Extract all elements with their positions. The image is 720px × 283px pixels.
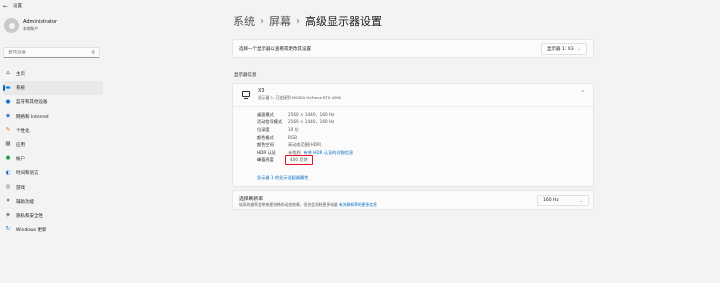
gaming-icon: ◎: [5, 183, 11, 190]
sidebar-item-label: 网络和 Internet: [16, 114, 49, 120]
apps-icon: ▦: [5, 141, 11, 148]
sidebar-item-label: 游戏: [16, 185, 25, 191]
bluetooth-icon: ●: [5, 98, 11, 105]
sidebar-item-label: 个性化: [16, 128, 30, 134]
display-name: X3: [258, 89, 265, 94]
sidebar-item-home[interactable]: ⌂ 主页: [3, 67, 103, 81]
profile-subtitle: 本地帐户: [23, 26, 39, 31]
search-icon[interactable]: ⚲: [91, 50, 95, 56]
sidebar: Administrator 本地帐户 ⚲ ⌂ 主页 ▬ 系统 ● 蓝牙和其他设备 ◆ 网络和 …: [0, 12, 108, 283]
sidebar-item-label: 主页: [16, 72, 25, 78]
prop-bit-depth: 位深度 10 位: [257, 126, 299, 132]
monitor-icon: [242, 91, 250, 99]
adapter-properties-link[interactable]: 显示器 1 的显示适配器属性: [257, 175, 308, 181]
system-icon: ▬: [5, 84, 11, 91]
sidebar-item-bluetooth[interactable]: ● 蓝牙和其他设备: [3, 95, 103, 109]
divider: [233, 106, 593, 107]
sidebar-item-network[interactable]: ◆ 网络和 Internet: [3, 110, 103, 124]
peak-brightness-highlight: 400 尼特: [285, 155, 313, 166]
sidebar-item-system[interactable]: ▬ 系统: [3, 81, 103, 96]
display-info-card: X3 显示器 1: 已连接到 NVIDIA GeForce RTX 4060 ⌃…: [232, 83, 594, 187]
window-title: 设置: [13, 4, 23, 9]
prop-peak-brightness: 峰值亮度 400 尼特: [257, 155, 353, 166]
breadcrumb-separator: ›: [296, 15, 300, 27]
window-titlebar: ← 设置: [0, 0, 720, 12]
sidebar-item-label: 时间和语言: [16, 171, 39, 177]
display-select-value: 显示器 1: X3: [546, 46, 574, 52]
display-connection: 显示器 1: 已连接到 NVIDIA GeForce RTX 4060: [258, 95, 342, 100]
accounts-icon: ●: [5, 155, 11, 162]
sidebar-item-label: 帐户: [16, 157, 25, 163]
sidebar-item-windows-update[interactable]: ↻ Windows 更新: [3, 223, 103, 237]
privacy-icon: ◈: [5, 212, 11, 219]
prop-color-space: 颜色空间 高动态范围(HDR): [257, 142, 322, 148]
prop-desktop-mode: 桌面模式 2560 × 1440，160 Hz: [257, 111, 335, 117]
display-properties: 桌面模式 2560 × 1440，160 Hz 活动信号模式 2560 × 14…: [257, 111, 353, 166]
refresh-rate-value: 160 Hz: [543, 198, 559, 203]
avatar: [4, 18, 19, 33]
chevron-down-icon: ⌄: [579, 198, 583, 203]
sidebar-item-label: 系统: [16, 86, 25, 92]
sidebar-item-label: 辅助功能: [16, 199, 34, 205]
display-info-header[interactable]: X3 显示器 1: 已连接到 NVIDIA GeForce RTX 4060 ⌃: [233, 84, 593, 104]
profile-name: Administrator: [23, 19, 58, 25]
page-title: 高级显示器设置: [305, 15, 382, 28]
sidebar-item-apps[interactable]: ▦ 应用: [3, 138, 103, 152]
select-display-row: 选择一个显示器以查看或更改其设置 显示器 1: X3 ⌄: [232, 39, 594, 58]
search-box[interactable]: ⚲: [3, 47, 100, 58]
sidebar-nav: ⌂ 主页 ▬ 系统 ● 蓝牙和其他设备 ◆ 网络和 Internet ✎ 个性化 ▦ 应用 ● 帐户 ◐ 时间…: [3, 67, 103, 237]
chevron-down-icon: ⌄: [577, 46, 581, 51]
select-display-label: 选择一个显示器以查看或更改其设置: [239, 46, 311, 52]
chevron-up-icon[interactable]: ⌃: [581, 90, 585, 96]
refresh-rate-title: 选择刷新率: [239, 197, 263, 202]
windows-update-icon: ↻: [5, 226, 11, 233]
refresh-rate-card: 选择刷新率 较高的速率会带来更流畅的动态效果，但也会消耗更多电量 有关刷新率的更…: [232, 190, 594, 210]
user-profile[interactable]: Administrator 本地帐户: [4, 18, 57, 33]
breadcrumb-system[interactable]: 系统: [233, 13, 255, 29]
sidebar-item-accounts[interactable]: ● 帐户: [3, 152, 103, 166]
sidebar-item-label: 隐私和安全性: [16, 213, 43, 219]
sidebar-item-personalization[interactable]: ✎ 个性化: [3, 124, 103, 138]
network-icon: ◆: [5, 112, 11, 119]
display-select-dropdown[interactable]: 显示器 1: X3 ⌄: [540, 42, 587, 55]
refresh-rate-desc: 较高的速率会带来更流畅的动态效果，但也会消耗更多电量 有关刷新率的更多信息: [239, 202, 377, 207]
sidebar-item-gaming[interactable]: ◎ 游戏: [3, 181, 103, 195]
sidebar-item-time-language[interactable]: ◐ 时间和语言: [3, 166, 103, 180]
sidebar-item-privacy[interactable]: ◈ 隐私和安全性: [3, 209, 103, 223]
refresh-rate-dropdown[interactable]: 160 Hz ⌄: [537, 195, 589, 206]
sidebar-item-label: 应用: [16, 143, 25, 149]
home-icon: ⌂: [6, 70, 10, 77]
sidebar-item-label: Windows 更新: [16, 228, 47, 234]
section-title: 显示器信息: [234, 73, 257, 78]
breadcrumb-display[interactable]: 屏幕: [269, 13, 291, 29]
breadcrumb: 系统 › 屏幕 › 高级显示器设置: [233, 13, 382, 29]
prop-color-format: 颜色格式 RGB: [257, 134, 298, 141]
back-arrow-icon[interactable]: ←: [3, 3, 8, 10]
refresh-rate-link[interactable]: 有关刷新率的更多信息: [339, 202, 377, 207]
prop-active-signal-mode: 活动信号模式 2560 × 1440，160 Hz: [257, 119, 335, 125]
accessibility-icon: ✦: [5, 198, 11, 205]
sidebar-item-accessibility[interactable]: ✦ 辅助功能: [3, 195, 103, 209]
search-input[interactable]: [8, 50, 88, 55]
breadcrumb-separator: ›: [260, 15, 264, 27]
sidebar-item-label: 蓝牙和其他设备: [16, 100, 48, 106]
time-language-icon: ◐: [5, 169, 11, 176]
personalization-icon: ✎: [5, 127, 11, 134]
